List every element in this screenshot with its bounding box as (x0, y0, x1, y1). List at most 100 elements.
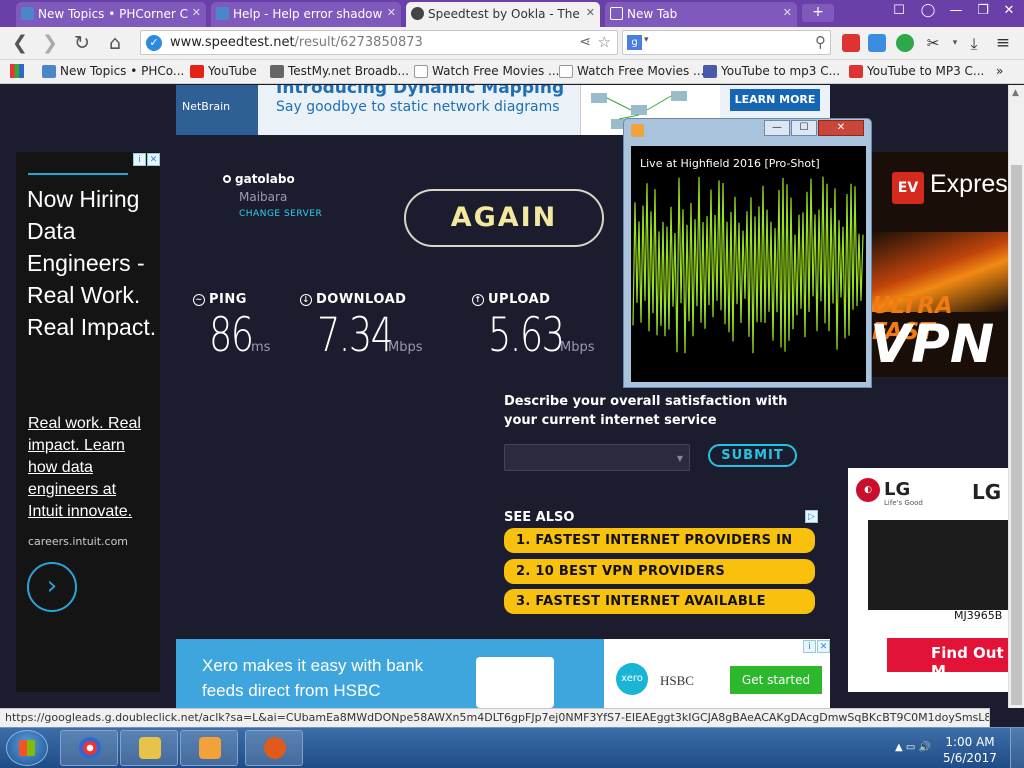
upload-label: ↑ UPLOAD (472, 292, 550, 307)
isp-icon (223, 175, 231, 183)
bookmark-label: YouTube (208, 64, 257, 78)
submit-button[interactable]: SUBMIT (708, 444, 797, 467)
taskbar-media[interactable] (180, 730, 238, 766)
tab-speedtest[interactable]: Speedtest by Ookla - The ✕ (406, 2, 600, 27)
minimize-button[interactable]: — (945, 2, 967, 22)
tab-new-tab[interactable]: New Tab ✕ (605, 2, 797, 27)
ping-label-text: PING (209, 292, 247, 307)
bookmark-item[interactable]: Watch Free Movies ... (414, 64, 559, 78)
more-bookmarks-button[interactable]: » (996, 64, 1003, 78)
restore-button[interactable]: ❐ (972, 2, 994, 22)
media-player-window[interactable]: — ☐ ✕ Live at Highfield 2016 [Pro-Shot] (623, 118, 872, 388)
close-icon[interactable]: ✕ (783, 6, 792, 19)
lg-brand: LG (972, 480, 1002, 504)
search-icon[interactable]: ⚲ (815, 33, 826, 51)
chat-icon[interactable]: ☐ (888, 2, 910, 22)
home-button[interactable]: ⌂ (103, 32, 127, 54)
bottom-banner-ad[interactable]: Xero makes it easy with bank feeds direc… (176, 639, 830, 708)
address-bar[interactable]: ✓ www.speedtest.net/result/6273850873 ⋖ … (140, 30, 618, 55)
chevron-down-icon[interactable]: ▾ (644, 35, 649, 45)
url-text[interactable]: www.speedtest.net/result/6273850873 (170, 35, 423, 50)
mp3-icon (703, 65, 717, 78)
bookmark-item[interactable]: New Topics • PHCo... (42, 64, 184, 78)
new-tab-button[interactable]: + (802, 4, 834, 22)
satisfaction-question: Describe your overall satisfaction with … (504, 394, 788, 428)
taskbar-chrome[interactable] (60, 730, 118, 766)
ad-close-icon[interactable]: ✕ (147, 153, 160, 166)
get-started-button[interactable]: Get started (730, 666, 822, 694)
media-player-icon (199, 737, 221, 759)
netbrain-logo-text: NetBrain (182, 100, 231, 113)
shield-icon[interactable] (896, 34, 914, 52)
share-icon[interactable]: ⋖ (579, 34, 591, 50)
extension-icon[interactable] (842, 34, 860, 52)
back-button[interactable]: ❮ (8, 32, 32, 54)
bookmark-item[interactable]: YouTube to MP3 C... (849, 64, 984, 78)
bookmark-item[interactable]: Watch Free Movies ... (559, 64, 704, 78)
popup-close-button[interactable]: ✕ (818, 120, 864, 136)
banner-subtitle: Say goodbye to static network diagrams (276, 99, 560, 115)
download-icon[interactable]: ⤓ (965, 34, 983, 53)
left-sidebar-ad[interactable]: i ✕ Now Hiring Data Engineers - Real Wor… (16, 152, 160, 692)
profile-icon[interactable]: ◯ (917, 2, 939, 22)
ad-close-icon[interactable]: ✕ (817, 640, 830, 653)
folder-icon (139, 737, 161, 759)
apps-icon[interactable] (10, 64, 24, 81)
scissors-icon[interactable]: ✂ (924, 34, 942, 52)
learn-more-button[interactable]: LEARN MORE (730, 89, 820, 111)
find-out-more-button[interactable]: Find Out M (887, 638, 1008, 680)
ad-info-icon[interactable]: ▷ (805, 510, 818, 523)
video-area[interactable]: Live at Highfield 2016 [Pro-Shot] (631, 146, 866, 382)
chevron-right-icon[interactable]: › (27, 562, 77, 612)
testmy-icon (270, 65, 284, 78)
reload-button[interactable]: ↻ (70, 32, 94, 54)
ad-body-link[interactable]: Real work. Real impact. Learn how data e… (28, 413, 154, 523)
change-server-link[interactable]: CHANGE SERVER (239, 209, 322, 219)
tab-help[interactable]: Help - Help error shadow ✕ (211, 2, 401, 27)
clock-time: 1:00 AM (945, 735, 995, 749)
forward-button[interactable]: ❯ (38, 32, 62, 54)
vpn-ad[interactable]: EV Expres ULTRA FAST VPN (870, 152, 1008, 377)
bookmark-label: Watch Free Movies ... (577, 64, 705, 78)
ad-domain: careers.intuit.com (28, 535, 129, 548)
close-icon[interactable]: ✕ (387, 6, 396, 19)
show-desktop-button[interactable] (1010, 728, 1024, 768)
satisfaction-select[interactable]: ▼ (504, 444, 690, 471)
taskbar-explorer[interactable] (120, 730, 178, 766)
popup-minimize-button[interactable]: — (764, 120, 790, 136)
bookmark-label: YouTube to mp3 C... (721, 64, 841, 78)
close-window-button[interactable]: ✕ (998, 2, 1020, 22)
again-button[interactable]: AGAIN (404, 189, 604, 247)
vertical-scrollbar[interactable]: ▲ (1008, 85, 1024, 708)
bookmark-star-icon[interactable]: ☆ (598, 33, 611, 51)
ad-info-icon[interactable]: i (803, 640, 816, 653)
menu-icon[interactable]: ≡ (994, 34, 1012, 52)
close-icon[interactable]: ✕ (192, 6, 201, 19)
clock[interactable]: 1:00 AM 5/6/2017 (940, 734, 1000, 766)
bookmark-item[interactable]: YouTube (190, 64, 257, 78)
lg-model: MJ3965B (954, 609, 1003, 622)
system-tray[interactable]: ▲ ▭ 🔊 (895, 742, 931, 753)
bookmark-item[interactable]: YouTube to mp3 C... (703, 64, 840, 78)
search-engine-icon[interactable]: g (627, 35, 642, 50)
see-also-item[interactable]: 1. FASTEST INTERNET PROVIDERS IN (504, 528, 815, 553)
chevron-down-icon[interactable]: ▾ (946, 34, 964, 52)
lg-ad[interactable]: ◐ LG Life's Good LG MJ3965B Find Out M (848, 468, 1008, 692)
bookmark-item[interactable]: TestMy.net Broadb... (270, 64, 409, 78)
ad-info-icon[interactable]: i (133, 153, 146, 166)
close-icon[interactable]: ✕ (586, 6, 595, 19)
taskbar-app[interactable] (245, 730, 303, 766)
new-tab-favicon-icon (610, 7, 623, 20)
search-box[interactable]: g ▾ ⚲ (622, 30, 831, 55)
popup-maximize-button[interactable]: ☐ (791, 120, 817, 136)
translate-icon[interactable] (868, 34, 886, 52)
ping-unit: ms (251, 340, 271, 355)
see-also-item[interactable]: 2. 10 BEST VPN PROVIDERS (504, 559, 815, 584)
scroll-up-icon[interactable]: ▲ (1012, 88, 1019, 98)
scrollbar-thumb[interactable] (1011, 165, 1022, 705)
ad-headline: Now Hiring Data Engineers - Real Work. R… (27, 186, 157, 340)
phcorner-favicon-icon (21, 7, 34, 20)
see-also-item[interactable]: 3. FASTEST INTERNET AVAILABLE (504, 589, 815, 614)
start-button[interactable] (6, 730, 48, 766)
tab-phcorner[interactable]: New Topics • PHCorner C ✕ (16, 2, 206, 27)
